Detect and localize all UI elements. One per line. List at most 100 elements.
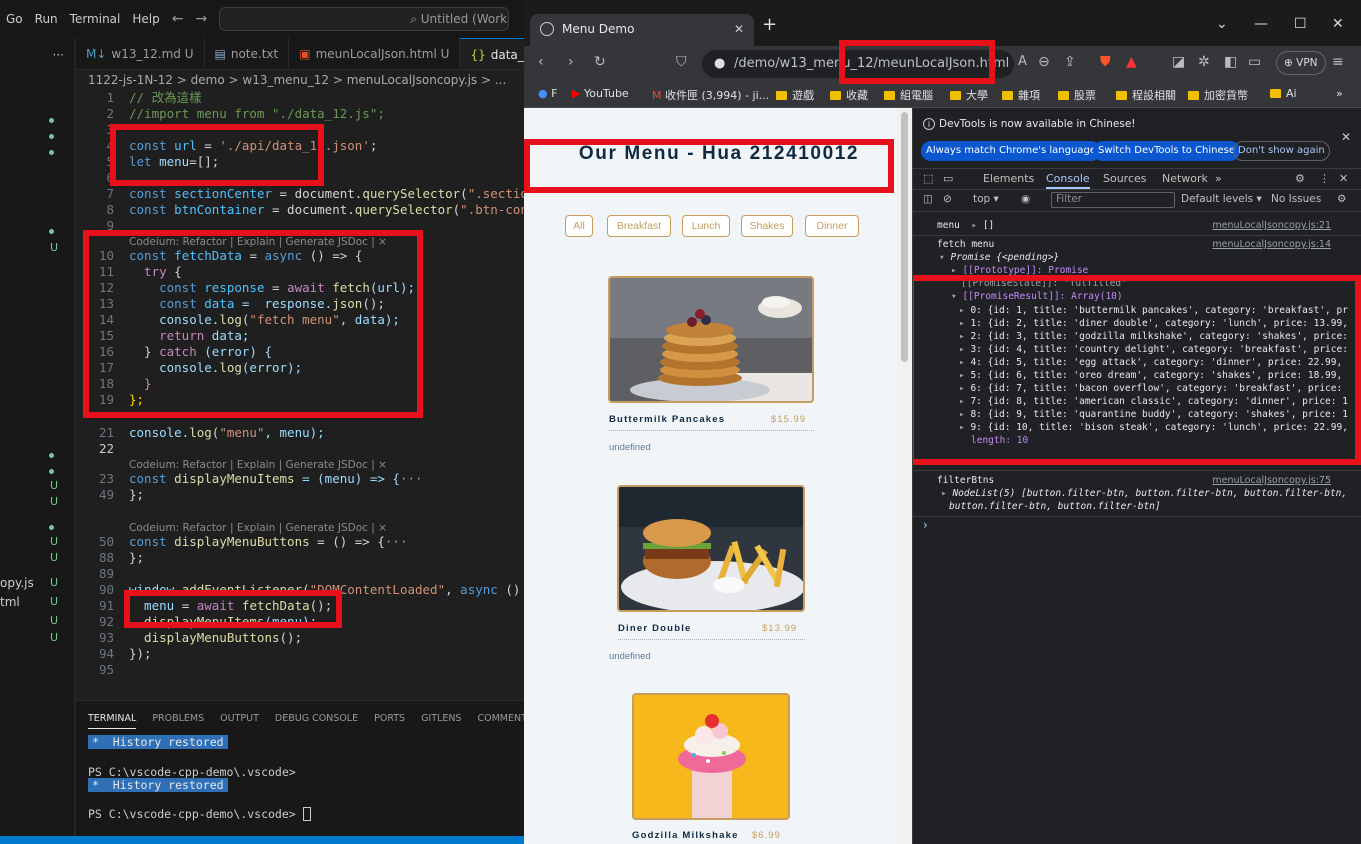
context-select[interactable]: top ▾: [973, 193, 999, 205]
close-notice-icon[interactable]: ✕: [1341, 130, 1351, 144]
vpn-button[interactable]: ⊕ VPN: [1276, 51, 1326, 75]
bookmark-folder[interactable]: Ai: [1270, 87, 1297, 100]
filter-button-shakes[interactable]: Shakes: [741, 215, 793, 237]
more-bookmarks-icon[interactable]: »: [1336, 87, 1343, 100]
command-center-search[interactable]: ⌕ Untitled (Worksp: [219, 7, 510, 31]
terminal-prompt[interactable]: PS C:\vscode-cpp-demo\.vscode>: [88, 807, 311, 821]
bookmark-folder[interactable]: 遊戲: [776, 87, 814, 103]
forward-arrow-icon[interactable]: →: [195, 11, 207, 27]
menu-run[interactable]: Run: [35, 12, 58, 26]
explorer-row-copyjs[interactable]: opy.js U: [0, 576, 75, 594]
bookmark-folder[interactable]: 加密貨幣: [1188, 87, 1248, 103]
translate-icon[interactable]: A: [1018, 54, 1027, 69]
source-link[interactable]: menuLocalJsoncopy.js:21: [1212, 220, 1331, 231]
explorer-row-html[interactable]: tml U: [0, 595, 75, 613]
zoom-icon[interactable]: ⊖: [1038, 54, 1050, 70]
wallet-icon[interactable]: ▭: [1248, 54, 1261, 70]
tab-note-txt[interactable]: ▤ note.txt: [205, 38, 290, 69]
tab-sources[interactable]: Sources: [1103, 172, 1147, 185]
more-tabs-icon[interactable]: »: [1215, 172, 1222, 185]
console-settings-icon[interactable]: ⚙: [1337, 193, 1346, 205]
filter-button-lunch[interactable]: Lunch: [682, 215, 730, 237]
tab-meunlocaljson-html[interactable]: ▣ meunLocalJson.html U: [289, 38, 461, 69]
brave-rewards-icon[interactable]: ▲: [1126, 54, 1137, 70]
bookmark-folder[interactable]: 組電腦: [884, 87, 933, 103]
bookmark-folder[interactable]: 股票: [1058, 87, 1096, 103]
menu-help[interactable]: Help: [132, 12, 159, 26]
match-language-button[interactable]: Always match Chrome's language: [921, 141, 1101, 161]
clear-console-icon[interactable]: ⊘: [943, 193, 952, 205]
menu-icon[interactable]: ≡: [1332, 54, 1344, 70]
share-icon[interactable]: ⇪: [1064, 54, 1076, 70]
tab-debug-console[interactable]: DEBUG CONSOLE: [275, 713, 358, 729]
bookmark-youtube[interactable]: ▶ YouTube: [572, 87, 629, 100]
explorer-row[interactable]: U: [0, 495, 75, 513]
brave-shield-icon[interactable]: ⛊: [1100, 54, 1111, 70]
promise-toggle[interactable]: ▾ Promise {<pending>}: [939, 252, 1059, 263]
tab-comments[interactable]: COMMENTS: [477, 713, 524, 729]
site-info-icon[interactable]: ●: [714, 50, 725, 78]
close-window-icon[interactable]: ✕: [1332, 16, 1344, 32]
bookmark-folder[interactable]: 收藏: [830, 87, 868, 103]
tab-w13-md[interactable]: M↓ w13_12.md U: [76, 38, 205, 69]
tab-data12-js[interactable]: {}data_12.js: [460, 38, 524, 69]
bookmark-folder[interactable]: 大學: [950, 87, 988, 103]
explorer-row[interactable]: U: [0, 241, 75, 259]
log-levels-select[interactable]: Default levels ▾: [1181, 193, 1262, 205]
explorer-row[interactable]: U: [0, 631, 75, 649]
bookmark-icon[interactable]: ⛉: [676, 54, 687, 70]
forward-icon[interactable]: ›: [568, 54, 574, 70]
extension-icon[interactable]: ◪: [1172, 54, 1185, 70]
back-arrow-icon[interactable]: ←: [172, 11, 184, 27]
breadcrumb[interactable]: 1122-js-1N-12 > demo > w13_menu_12 > men…: [76, 70, 524, 90]
bookmark-gmail[interactable]: M 收件匣 (3,994) - ji...: [652, 87, 769, 103]
page-scrollbar[interactable]: [897, 108, 912, 844]
bookmark-folder[interactable]: 程設相關: [1116, 87, 1176, 103]
back-icon[interactable]: ‹: [538, 54, 544, 70]
tab-terminal[interactable]: TERMINAL: [88, 713, 137, 729]
tab-ports[interactable]: PORTS: [374, 713, 405, 729]
filter-button-dinner[interactable]: Dinner: [805, 215, 859, 237]
nodelist-toggle[interactable]: ▸ NodeList(5) [button.filter-btn, button…: [941, 488, 1347, 499]
explorer-row[interactable]: U: [0, 614, 75, 632]
tab-gitlens[interactable]: GITLENS: [421, 713, 461, 729]
puzzle-icon[interactable]: ✲: [1198, 54, 1210, 70]
close-devtools-icon[interactable]: ✕: [1339, 172, 1348, 185]
new-tab-icon[interactable]: +: [762, 14, 777, 35]
chevron-down-icon[interactable]: ⌄: [1216, 16, 1228, 32]
maximize-icon[interactable]: ☐: [1294, 16, 1307, 32]
filter-button-breakfast[interactable]: Breakfast: [607, 215, 671, 237]
scrollbar-thumb[interactable]: [901, 112, 908, 362]
minimize-icon[interactable]: —: [1254, 16, 1268, 32]
sidebar-toggle-icon[interactable]: ◫: [923, 193, 933, 205]
switch-chinese-button[interactable]: Switch DevTools to Chinese: [1093, 141, 1240, 161]
inspect-icon[interactable]: ⬚: [923, 172, 933, 185]
bookmark-facebook[interactable]: ● F: [538, 87, 557, 100]
dont-show-again-button[interactable]: Don't show again: [1233, 141, 1330, 161]
device-toolbar-icon[interactable]: ▭: [943, 172, 953, 185]
more-actions-icon[interactable]: ···: [53, 48, 64, 62]
menu-go[interactable]: Go: [6, 12, 23, 26]
explorer-row[interactable]: U: [0, 551, 75, 569]
filter-button-all[interactable]: All: [565, 215, 593, 237]
eye-icon[interactable]: ◉: [1021, 193, 1030, 205]
tab-output[interactable]: OUTPUT: [220, 713, 259, 729]
tab-console[interactable]: Console: [1046, 172, 1090, 189]
console-prompt[interactable]: ›: [923, 518, 928, 532]
settings-gear-icon[interactable]: ⚙: [1295, 172, 1305, 185]
reload-icon[interactable]: ↻: [594, 54, 606, 70]
menu-terminal[interactable]: Terminal: [70, 12, 121, 26]
tab-problems[interactable]: PROBLEMS: [152, 713, 204, 729]
tab-menu-demo[interactable]: Menu Demo ✕: [530, 14, 754, 46]
source-link[interactable]: menuLocalJsoncopy.js:75: [1212, 475, 1331, 486]
console-filter-input[interactable]: Filter: [1051, 192, 1175, 208]
console-log-menu[interactable]: menu ▸ []: [937, 220, 994, 231]
sidebar-icon[interactable]: ◧: [1224, 54, 1237, 70]
tab-elements[interactable]: Elements: [983, 172, 1034, 185]
source-link[interactable]: menuLocalJsoncopy.js:14: [1212, 239, 1331, 250]
tab-network[interactable]: Network: [1162, 172, 1208, 185]
issues-counter[interactable]: No Issues: [1271, 193, 1321, 205]
bookmark-folder[interactable]: 雜項: [1002, 87, 1040, 103]
close-tab-icon[interactable]: ✕: [734, 14, 744, 44]
more-options-icon[interactable]: ⋮: [1319, 172, 1330, 185]
